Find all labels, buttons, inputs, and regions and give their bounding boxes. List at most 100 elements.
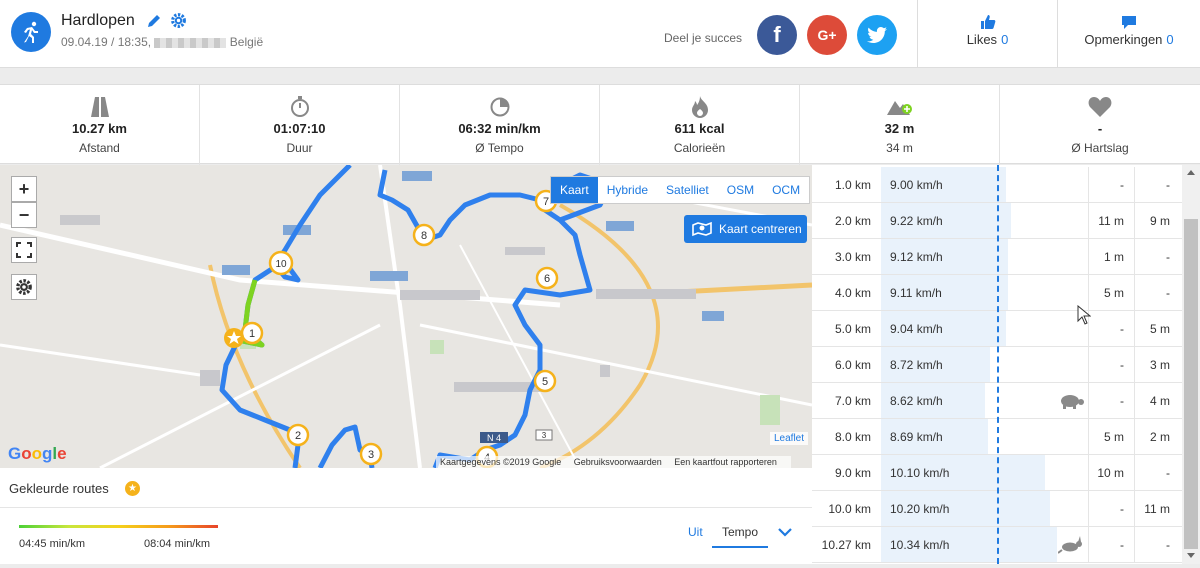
report-error-link[interactable]: Een kaartfout rapporteren <box>674 457 777 467</box>
split-speed: 9.04 km/h <box>890 322 943 336</box>
split-distance: 3.0 km <box>834 250 871 264</box>
stat-duration: 01:07:10 Duur <box>200 85 400 165</box>
center-map-button[interactable]: Kaart centreren <box>684 215 807 243</box>
leaflet-link[interactable]: Leaflet <box>770 432 809 445</box>
route-marker-label: 6 <box>544 273 550 285</box>
split-speed: 9.00 km/h <box>890 178 943 192</box>
split-speed: 9.11 km/h <box>890 286 942 300</box>
share-label: Deel je succes <box>664 31 743 45</box>
route-marker-label: 5 <box>542 376 548 388</box>
zoom-in-button[interactable]: + <box>11 176 37 202</box>
route-marker[interactable]: 10 <box>268 250 294 276</box>
road-shield-label: N 4 <box>487 433 501 443</box>
activity-datetime: 09.04.19 / 18:35, <box>61 35 152 49</box>
stat-label: Duur <box>286 141 313 155</box>
split-distance: 2.0 km <box>834 214 871 228</box>
route-marker[interactable]: 1 <box>240 321 264 345</box>
layer-satelliet[interactable]: Satelliet <box>657 177 718 203</box>
edit-icon[interactable] <box>146 13 162 29</box>
stat-value: 06:32 min/km <box>458 121 541 136</box>
stat-distance: 10.27 km Afstand <box>0 85 200 165</box>
route-marker[interactable]: 3 <box>359 442 383 466</box>
route-marker[interactable]: 6 <box>535 266 559 290</box>
running-icon <box>11 12 51 52</box>
route-marker-label: 3 <box>368 449 374 461</box>
star-icon: ★ <box>125 481 140 496</box>
layer-osm[interactable]: OSM <box>718 177 763 203</box>
heart-icon <box>1000 95 1200 119</box>
route-marker-label: 7 <box>543 196 549 208</box>
stat-value: 10.27 km <box>72 121 127 136</box>
stopwatch-icon <box>200 95 399 119</box>
split-speed: 9.22 km/h <box>890 214 943 228</box>
likes-label: Likes <box>966 32 998 47</box>
stat-label: Afstand <box>79 141 120 155</box>
twitter-share-button[interactable] <box>857 15 897 55</box>
route-marker[interactable]: 5 <box>533 369 557 393</box>
comments-button[interactable]: Opmerkingen 0 <box>1058 0 1200 68</box>
split-distance: 1.0 km <box>834 178 871 192</box>
scroll-thumb[interactable] <box>1184 219 1198 549</box>
rabbit-icon <box>1057 536 1084 554</box>
split-speed: 10.34 km/h <box>890 538 950 552</box>
layer-kaart[interactable]: Kaart <box>551 177 598 203</box>
gear-icon <box>16 279 32 295</box>
stat-value: 01:07:10 <box>273 121 326 136</box>
settings-icon[interactable] <box>170 12 187 29</box>
split-distance: 9.0 km <box>834 466 871 480</box>
split-descent: 3 m <box>1134 347 1182 382</box>
comments-count: 0 <box>1166 32 1174 47</box>
googleplus-share-button[interactable]: G+ <box>807 15 847 55</box>
likes-button[interactable]: Likes 0 <box>918 0 1057 68</box>
split-speed: 9.12 km/h <box>890 250 943 264</box>
road-icon <box>0 95 199 119</box>
elevation-icon <box>800 95 999 119</box>
split-ascent: - <box>1088 347 1134 382</box>
route-map[interactable]: 1 2 3 4 5 6 7 8 10 N 4 3 <box>0 165 812 468</box>
stat-label: Ø Hartslag <box>1071 141 1129 155</box>
split-descent: 9 m <box>1134 203 1182 238</box>
stat-pace: 06:32 min/km Ø Tempo <box>400 85 600 165</box>
split-speed: 8.62 km/h <box>890 394 943 408</box>
split-distance: 7.0 km <box>834 394 871 408</box>
scrollbar[interactable] <box>1182 165 1200 564</box>
stat-heartrate: - Ø Hartslag <box>1000 85 1200 165</box>
flame-icon <box>600 95 799 119</box>
pace-icon <box>400 95 599 119</box>
route-marker-label: 1 <box>249 328 255 340</box>
start-marker[interactable] <box>224 328 244 348</box>
map-settings-button[interactable] <box>11 274 37 300</box>
blurred-location <box>154 37 227 48</box>
twitter-icon <box>867 27 887 43</box>
map-canvas: 1 2 3 4 5 6 7 8 10 N 4 3 <box>0 165 812 468</box>
split-descent: - <box>1134 455 1182 490</box>
terms-link[interactable]: Gebruiksvoorwaarden <box>574 457 662 467</box>
mode-off-button[interactable]: Uit <box>688 525 703 539</box>
route-marker[interactable]: 8 <box>412 223 436 247</box>
fullscreen-icon <box>16 242 32 258</box>
google-logo: Google <box>8 444 67 463</box>
map-data-credit: Kaartgegevens ©2019 Google <box>440 457 562 467</box>
split-ascent: 5 m <box>1088 275 1134 310</box>
split-speed: 10.20 km/h <box>890 502 950 516</box>
scroll-up-arrow[interactable] <box>1187 170 1195 175</box>
split-descent: 4 m <box>1134 383 1182 418</box>
split-descent: 11 m <box>1134 491 1182 526</box>
split-descent: - <box>1134 167 1182 202</box>
scroll-down-arrow[interactable] <box>1187 553 1195 558</box>
zoom-out-button[interactable]: − <box>11 202 37 228</box>
layer-ocm[interactable]: OCM <box>763 177 809 203</box>
colored-routes-title: Gekleurde routes <box>9 481 109 496</box>
fullscreen-button[interactable] <box>11 237 37 263</box>
stat-calories: 611 kcal Calorieën <box>600 85 800 165</box>
splits-table: 1.0 km 9.00 km/h - - 2.0 km 9.22 km/h 11 m 9 m 3… <box>812 165 1182 564</box>
split-descent: - <box>1134 275 1182 310</box>
facebook-share-button[interactable]: f <box>757 15 797 55</box>
chevron-down-icon[interactable] <box>777 524 793 540</box>
stat-value: - <box>1097 121 1103 136</box>
split-distance: 10.0 km <box>828 502 871 516</box>
layer-hybride[interactable]: Hybride <box>598 177 657 203</box>
mode-tempo-button[interactable]: Tempo <box>712 520 768 548</box>
route-marker[interactable]: 2 <box>286 423 310 447</box>
split-ascent: 10 m <box>1088 455 1134 490</box>
